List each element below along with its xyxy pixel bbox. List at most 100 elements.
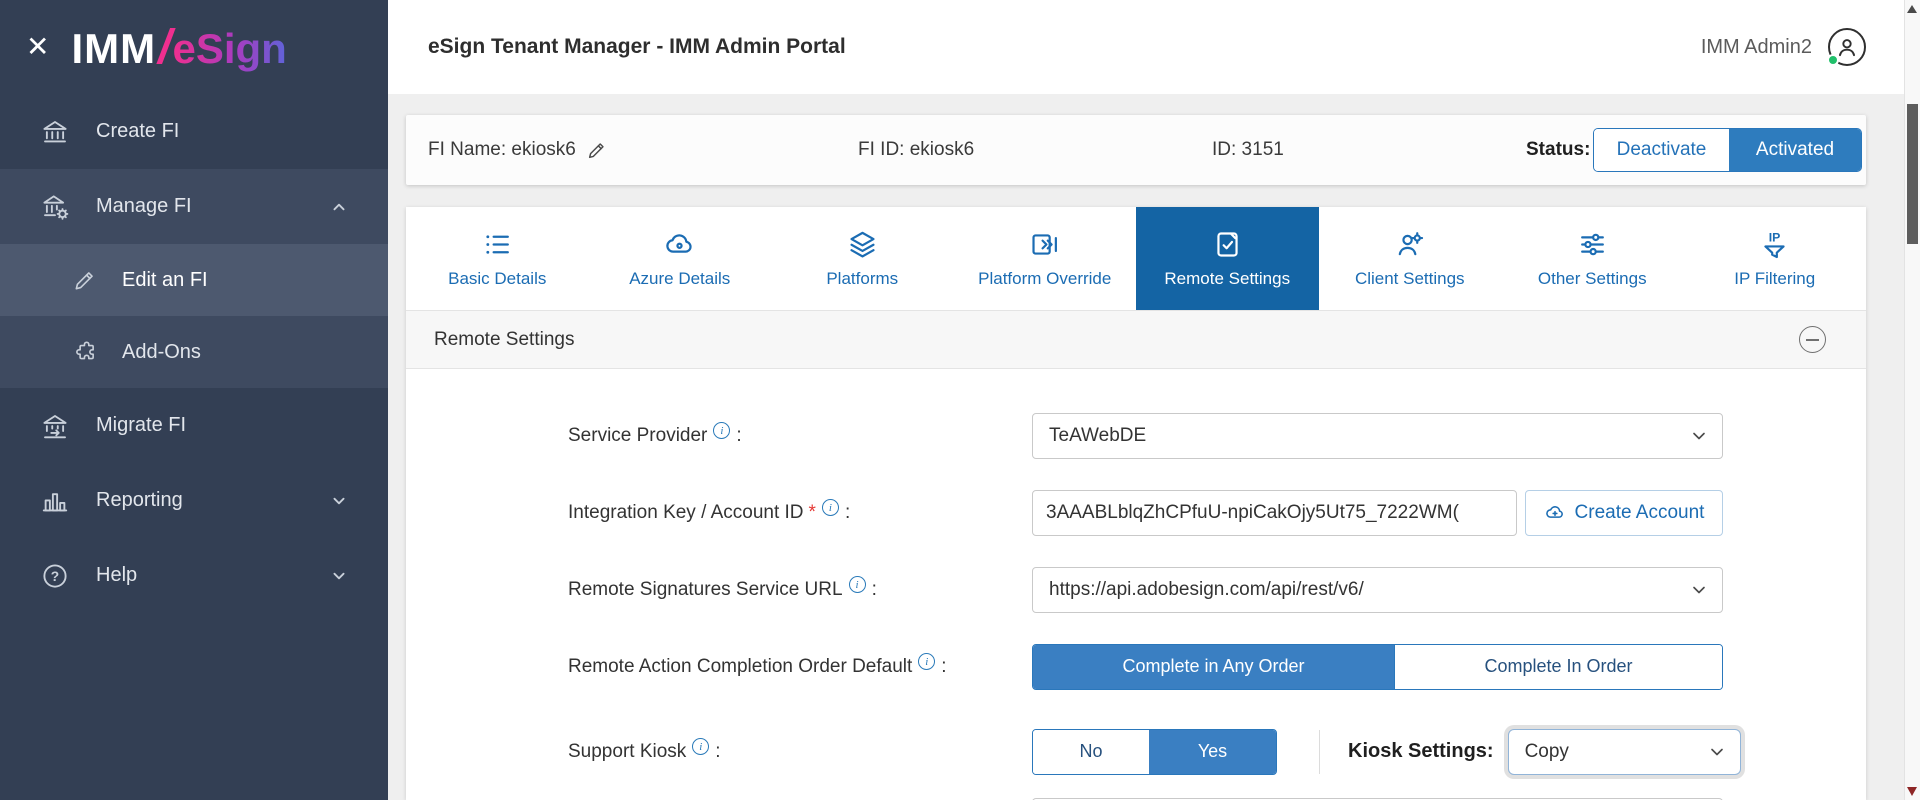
selected-value: https://api.adobesign.com/api/rest/v6/: [1049, 578, 1364, 600]
label-colon: :: [715, 740, 721, 762]
label-text: Service Provider: [568, 424, 708, 446]
sidebar-item-edit-an-fi[interactable]: Edit an FI: [0, 244, 388, 316]
bank-icon: [40, 117, 70, 147]
info-icon[interactable]: i: [848, 576, 866, 593]
close-sidebar-icon[interactable]: ✕: [26, 33, 49, 61]
page-title: eSign Tenant Manager - IMM Admin Portal: [428, 35, 846, 58]
label-colon: :: [941, 655, 947, 677]
info-icon[interactable]: i: [918, 653, 936, 670]
tab-label: Remote Settings: [1164, 268, 1291, 288]
kiosk-yes-option[interactable]: Yes: [1149, 729, 1276, 774]
label-colon: :: [736, 424, 742, 446]
tab-label: Platform Override: [978, 268, 1112, 288]
info-icon[interactable]: i: [713, 422, 731, 439]
info-icon[interactable]: i: [821, 499, 839, 516]
tab-client-settings[interactable]: Client Settings: [1319, 207, 1502, 310]
service-provider-control: TeAWebDE: [1032, 412, 1723, 459]
tab-remote-settings[interactable]: Remote Settings: [1136, 207, 1319, 310]
required-asterisk: *: [808, 501, 816, 523]
completion-order-label: Remote Action Completion Order Default i…: [568, 653, 1032, 678]
sliders-icon: [1580, 233, 1604, 255]
create-account-button[interactable]: Create Account: [1525, 489, 1723, 536]
bank-arrow-icon: [40, 411, 70, 441]
vertical-divider: [1319, 729, 1320, 774]
chevron-down-icon: [1707, 742, 1727, 762]
scrollbar-thumb[interactable]: [1907, 104, 1918, 244]
sidebar-item-migrate-fi[interactable]: Migrate FI: [0, 388, 388, 463]
info-icon[interactable]: i: [692, 738, 710, 755]
bar-chart-icon: [40, 486, 70, 516]
kiosk-no-option[interactable]: No: [1033, 729, 1149, 774]
sidebar-item-create-fi[interactable]: Create FI: [0, 94, 388, 169]
user-gear-icon: [1398, 231, 1424, 255]
tab-platform-override[interactable]: Platform Override: [954, 207, 1137, 310]
support-kiosk-label: Support Kiosk i :: [568, 738, 1032, 763]
scroll-up-arrow[interactable]: [1907, 5, 1917, 13]
sidebar-item-label: Migrate FI: [96, 414, 187, 436]
cloud-icon: [666, 233, 692, 253]
tab-label: Platforms: [826, 268, 899, 288]
chevron-down-icon: [1689, 580, 1709, 600]
fi-id-label: FI ID: ekiosk6: [858, 139, 975, 160]
collapse-section-icon[interactable]: [1799, 326, 1826, 353]
puzzle-icon: [72, 339, 98, 365]
tab-label: Azure Details: [629, 268, 731, 288]
support-kiosk-toggle: No Yes: [1032, 728, 1277, 775]
label-text: Integration Key / Account ID: [568, 501, 804, 523]
integration-key-control: Create Account: [1032, 489, 1723, 536]
sidebar-item-manage-fi[interactable]: Manage FI: [0, 169, 388, 244]
scrollbar[interactable]: [1904, 0, 1920, 800]
completion-order-control: Complete in Any Order Complete In Order: [1032, 643, 1723, 690]
deactivate-button[interactable]: Deactivate: [1594, 129, 1729, 171]
section-title: Remote Settings: [434, 328, 575, 350]
tab-basic-details[interactable]: Basic Details: [406, 207, 589, 310]
sidebar-item-reporting[interactable]: Reporting: [0, 463, 388, 538]
sidebar-item-label: Manage FI: [96, 195, 192, 217]
remote-url-select[interactable]: https://api.adobesign.com/api/rest/v6/: [1032, 566, 1723, 613]
tab-azure-details[interactable]: Azure Details: [589, 207, 772, 310]
ip-filter-icon: IP: [1764, 230, 1785, 258]
chevron-down-icon: [328, 565, 350, 587]
header-user-area: IMM Admin2: [1701, 28, 1866, 66]
remote-url-label: Remote Signatures Service URL i :: [568, 576, 1032, 601]
sidebar-item-label: Help: [96, 564, 138, 586]
online-status-dot: [1827, 54, 1839, 66]
tab-bar: Basic Details Azure Details Platforms Pl…: [406, 207, 1866, 310]
label-text: Remote Action Completion Order Default: [568, 655, 913, 677]
chevron-up-icon: [328, 196, 350, 218]
service-provider-select[interactable]: TeAWebDE: [1032, 412, 1723, 459]
tab-platforms[interactable]: Platforms: [771, 207, 954, 310]
id-label: ID: 3151: [1212, 139, 1284, 160]
tab-label: Other Settings: [1537, 268, 1647, 288]
status-label: Status:: [1526, 139, 1591, 160]
fi-name-group: FI Name: ekiosk6: [428, 139, 608, 161]
integration-key-label: Integration Key / Account ID * i :: [568, 499, 1032, 524]
tab-ip-filtering[interactable]: IP IP Filtering: [1684, 207, 1867, 310]
user-avatar[interactable]: [1827, 28, 1866, 66]
activated-button[interactable]: Activated: [1729, 129, 1861, 171]
kiosk-settings-label: Kiosk Settings:: [1348, 740, 1494, 762]
complete-in-order-option[interactable]: Complete In Order: [1394, 644, 1722, 689]
sidebar-logo-row: ✕ IMM / eSign: [0, 0, 388, 94]
label-colon: :: [871, 578, 877, 600]
remote-url-control: https://api.adobesign.com/api/rest/v6/: [1032, 566, 1723, 613]
support-kiosk-row: Support Kiosk i : No Yes Kiosk Settings:: [406, 713, 1866, 790]
sidebar-item-add-ons[interactable]: Add-Ons: [0, 316, 388, 388]
document-check-icon: [1217, 231, 1238, 257]
completion-order-toggle: Complete in Any Order Complete In Order: [1032, 643, 1723, 690]
sidebar-item-help[interactable]: ? Help: [0, 538, 388, 613]
integration-key-input[interactable]: [1032, 489, 1517, 536]
chevron-down-icon: [328, 490, 350, 512]
fi-info-bar: FI Name: ekiosk6 FI ID: ekiosk6 ID: 3151…: [406, 115, 1866, 185]
scroll-down-arrow[interactable]: [1907, 787, 1917, 796]
sidebar: ✕ IMM / eSign Create FI Manage FI Edit a…: [0, 0, 388, 800]
logo-esign-text: eSign: [172, 24, 287, 72]
pencil-icon: [72, 267, 98, 293]
complete-any-order-option[interactable]: Complete in Any Order: [1033, 644, 1394, 689]
app-root: ✕ IMM / eSign Create FI Manage FI Edit a…: [0, 0, 1920, 800]
kiosk-settings-select[interactable]: Copy: [1507, 728, 1741, 775]
edit-fi-name-icon[interactable]: [586, 139, 608, 161]
logo-slash: /: [158, 20, 172, 74]
settings-card: Basic Details Azure Details Platforms Pl…: [406, 207, 1866, 800]
tab-other-settings[interactable]: Other Settings: [1501, 207, 1684, 310]
